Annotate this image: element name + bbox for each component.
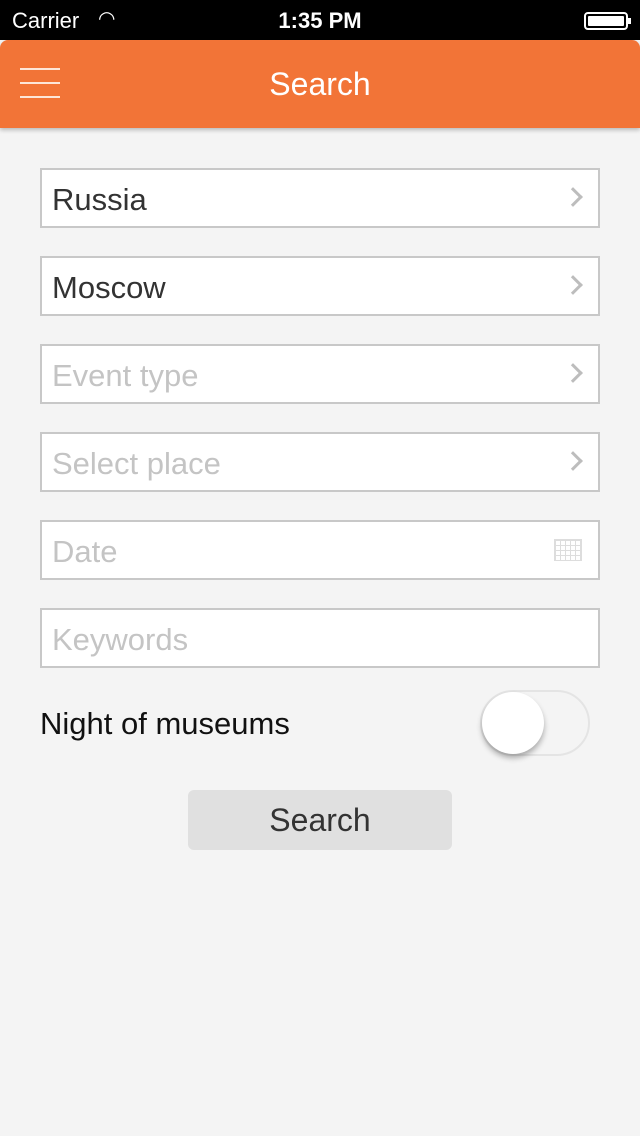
keywords-input[interactable]: Keywords bbox=[40, 608, 600, 668]
event-type-placeholder: Event type bbox=[52, 358, 199, 393]
chevron-right-icon bbox=[563, 451, 583, 471]
calendar-icon bbox=[554, 539, 582, 561]
search-button[interactable]: Search bbox=[188, 790, 452, 850]
status-bar: Carrier ◠ 1:35 PM bbox=[0, 0, 640, 40]
night-of-museums-label: Night of museums bbox=[40, 706, 290, 741]
battery-icon bbox=[584, 12, 631, 30]
country-select[interactable]: Russia bbox=[40, 168, 600, 228]
chevron-right-icon bbox=[563, 187, 583, 207]
chevron-right-icon bbox=[563, 363, 583, 383]
date-placeholder: Date bbox=[52, 534, 118, 569]
place-select[interactable]: Select place bbox=[40, 432, 600, 492]
place-placeholder: Select place bbox=[52, 446, 221, 481]
date-field[interactable]: Date bbox=[40, 520, 600, 580]
night-of-museums-toggle[interactable] bbox=[480, 690, 590, 756]
chevron-right-icon bbox=[563, 275, 583, 295]
page-title: Search bbox=[269, 66, 371, 102]
toggle-knob bbox=[482, 692, 544, 754]
nav-bar: Search bbox=[0, 40, 640, 128]
country-value: Russia bbox=[52, 182, 147, 217]
clock: 1:35 PM bbox=[278, 8, 362, 33]
keywords-placeholder: Keywords bbox=[52, 622, 189, 657]
event-type-select[interactable]: Event type bbox=[40, 344, 600, 404]
city-value: Moscow bbox=[52, 270, 166, 305]
city-select[interactable]: Moscow bbox=[40, 256, 600, 316]
